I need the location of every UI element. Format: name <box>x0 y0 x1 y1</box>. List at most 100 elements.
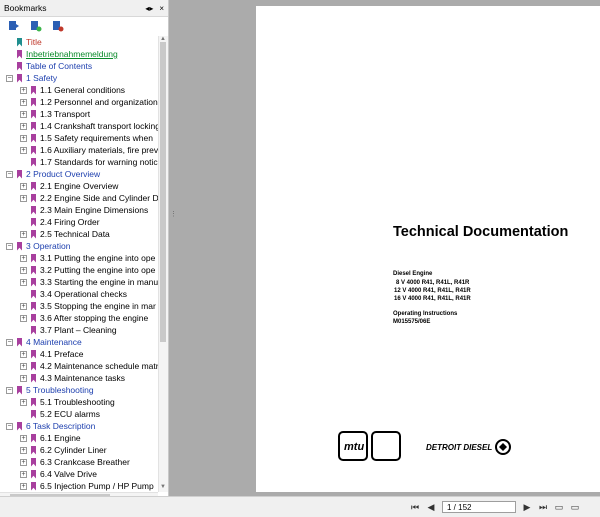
bookmark-item[interactable]: − 3 Operation <box>6 240 70 252</box>
expand-toggle-icon[interactable] <box>6 39 13 46</box>
scrollbar-thumb[interactable] <box>160 42 166 342</box>
bookmark-item[interactable]: +6.3 Crankcase Breather <box>20 456 130 468</box>
scroll-down-icon[interactable]: ▼ <box>160 484 166 490</box>
bookmark-item[interactable]: 3.4 Operational checks <box>20 288 127 300</box>
delete-bookmark-icon[interactable] <box>52 20 64 32</box>
bookmark-item[interactable]: 2.3 Main Engine Dimensions <box>20 204 148 216</box>
expand-toggle-icon[interactable]: − <box>6 338 13 346</box>
bookmark-item[interactable]: +6.4 Valve Drive <box>20 468 97 480</box>
expand-toggle-icon[interactable] <box>20 207 27 214</box>
bookmark-item[interactable]: Inbetriebnahmemeldung <box>6 48 118 60</box>
bookmark-item[interactable]: − 6 Task Description <box>6 420 95 432</box>
expand-toggle-icon[interactable] <box>20 219 27 226</box>
bookmark-item[interactable]: +5.1 Troubleshooting <box>20 396 115 408</box>
bookmark-label: 5 Troubleshooting <box>26 385 94 395</box>
expand-toggle-icon[interactable] <box>20 291 27 298</box>
bookmark-item[interactable]: +2.1 Engine Overview <box>20 180 118 192</box>
fit-page-icon[interactable]: ▭ <box>554 502 564 512</box>
bookmark-item[interactable]: +4.2 Maintenance schedule matr <box>20 360 158 372</box>
fit-width-icon[interactable]: ▭ <box>570 502 580 512</box>
expand-toggle-icon[interactable]: − <box>6 74 13 82</box>
bookmark-item[interactable]: − 4 Maintenance <box>6 336 82 348</box>
expand-toggle-icon[interactable]: + <box>20 110 27 118</box>
bookmark-item[interactable]: Title <box>6 36 42 48</box>
add-bookmark-icon[interactable] <box>30 20 42 32</box>
bookmark-item[interactable]: +6.1 Engine <box>20 432 81 444</box>
bookmark-label: Table of Contents <box>26 61 93 71</box>
next-page-button[interactable]: ▶ <box>522 502 532 512</box>
bookmark-item[interactable]: +6.2 Cylinder Liner <box>20 444 107 456</box>
expand-toggle-icon[interactable]: − <box>6 422 13 430</box>
expand-toggle-icon[interactable]: + <box>20 266 27 274</box>
bookmark-item[interactable]: +3.2 Putting the engine into ope <box>20 264 155 276</box>
bookmark-icon <box>31 301 36 311</box>
expand-toggle-icon[interactable]: + <box>20 194 27 202</box>
bookmark-item[interactable]: +3.3 Starting the engine in manu <box>20 276 158 288</box>
expand-toggle-icon[interactable]: + <box>20 482 27 490</box>
expand-toggle-icon[interactable]: + <box>20 446 27 454</box>
bookmark-item[interactable]: +1.1 General conditions <box>20 84 125 96</box>
bookmark-item[interactable]: 5.2 ECU alarms <box>20 408 100 420</box>
bookmark-item[interactable]: +1.4 Crankshaft transport locking <box>20 120 158 132</box>
expand-toggle-icon[interactable]: + <box>20 350 27 358</box>
mtu-logo: mtu <box>338 431 402 461</box>
expand-toggle-icon[interactable]: − <box>6 386 13 394</box>
pdf-page: Technical Documentation Diesel Engine 8 … <box>256 6 600 492</box>
panel-splitter-icon[interactable]: ⋮ <box>170 210 177 228</box>
bookmark-item[interactable]: +1.6 Auxiliary materials, fire preve <box>20 144 158 156</box>
expand-toggle-icon[interactable]: + <box>20 458 27 466</box>
bookmark-item[interactable]: +4.3 Maintenance tasks <box>20 372 125 384</box>
bookmark-item[interactable]: − 2 Product Overview <box>6 168 100 180</box>
bookmark-item[interactable]: +1.2 Personnel and organizational <box>20 96 158 108</box>
first-page-button[interactable]: ⏮ <box>410 502 420 512</box>
last-page-button[interactable]: ⏭ <box>538 502 548 512</box>
bookmark-item[interactable]: − 5 Troubleshooting <box>6 384 94 396</box>
bookmark-label: 3.4 Operational checks <box>40 289 127 299</box>
close-panel-icon[interactable]: × <box>159 4 164 13</box>
bookmark-item[interactable]: +3.6 After stopping the engine <box>20 312 148 324</box>
bookmark-item[interactable]: +2.5 Technical Data <box>20 228 110 240</box>
expand-toggle-icon[interactable]: + <box>20 278 27 286</box>
bookmark-item[interactable]: 3.7 Plant – Cleaning <box>20 324 117 336</box>
expand-toggle-icon[interactable]: + <box>20 374 27 382</box>
expand-toggle-icon[interactable]: + <box>20 362 27 370</box>
expand-toggle-icon[interactable]: + <box>20 86 27 94</box>
bookmark-item[interactable]: +1.5 Safety requirements when <box>20 132 153 144</box>
expand-toggle-icon[interactable] <box>20 159 27 166</box>
expand-toggle-icon[interactable]: + <box>20 182 27 190</box>
previous-page-button[interactable]: ◀ <box>426 502 436 512</box>
bookmark-item[interactable]: +6.5 Injection Pump / HP Pump <box>20 480 154 492</box>
expand-toggle-icon[interactable]: + <box>20 230 27 238</box>
expand-toggle-icon[interactable] <box>6 51 13 58</box>
expand-toggle-icon[interactable]: + <box>20 470 27 478</box>
bookmark-item[interactable]: − 1 Safety <box>6 72 57 84</box>
page-number-input[interactable]: 1 / 152 <box>442 501 516 513</box>
expand-toggle-icon[interactable]: + <box>20 434 27 442</box>
bookmark-item[interactable]: +4.1 Preface <box>20 348 83 360</box>
collapse-panel-icon[interactable]: ◂▸ <box>145 4 153 13</box>
bookmark-item[interactable]: +3.5 Stopping the engine in mar <box>20 300 156 312</box>
expand-toggle-icon[interactable]: + <box>20 146 27 154</box>
bookmark-item[interactable]: +1.3 Transport <box>20 108 90 120</box>
bookmark-item[interactable]: 1.7 Standards for warning notic <box>20 156 158 168</box>
bookmark-item[interactable]: +2.2 Engine Side and Cylinder De <box>20 192 158 204</box>
expand-toggle-icon[interactable]: + <box>20 398 27 406</box>
expand-toggle-icon[interactable] <box>20 411 27 418</box>
expand-toggle-icon[interactable]: + <box>20 122 27 130</box>
vertical-scrollbar[interactable]: ▲ ▼ <box>158 36 168 492</box>
expand-toggle-icon[interactable]: + <box>20 254 27 262</box>
expand-toggle-icon[interactable] <box>6 63 13 70</box>
expand-toggle-icon[interactable]: + <box>20 134 27 142</box>
expand-toggle-icon[interactable]: − <box>6 242 13 250</box>
expand-bookmark-icon[interactable] <box>8 20 20 32</box>
bookmark-icon <box>31 277 36 287</box>
expand-toggle-icon[interactable]: + <box>20 98 27 106</box>
bookmark-item[interactable]: +3.1 Putting the engine into ope <box>20 252 155 264</box>
expand-toggle-icon[interactable]: + <box>20 314 27 322</box>
bookmark-icon <box>31 253 36 263</box>
bookmark-item[interactable]: Table of Contents <box>6 60 92 72</box>
expand-toggle-icon[interactable]: − <box>6 170 13 178</box>
expand-toggle-icon[interactable]: + <box>20 302 27 310</box>
expand-toggle-icon[interactable] <box>20 327 27 334</box>
bookmark-item[interactable]: 2.4 Firing Order <box>20 216 100 228</box>
